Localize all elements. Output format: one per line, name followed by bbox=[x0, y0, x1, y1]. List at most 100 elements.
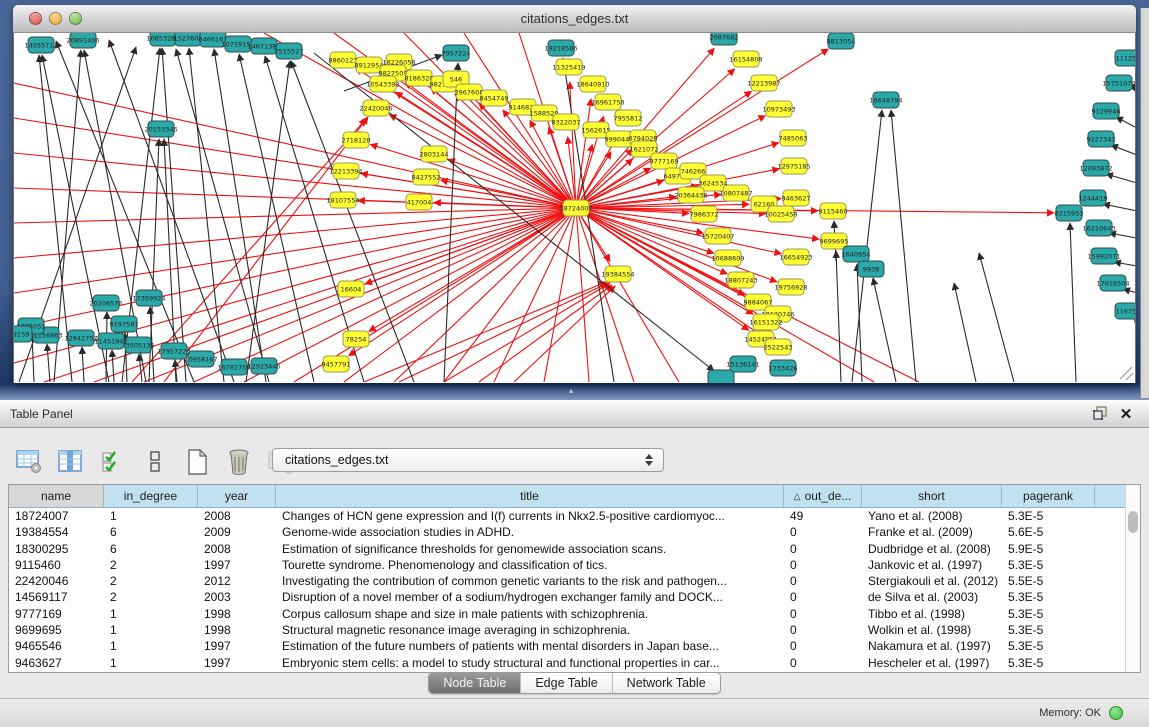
graph-node[interactable]: 19384554 bbox=[601, 266, 634, 282]
graph-node[interactable]: 18640910 bbox=[576, 76, 609, 92]
column-header-title[interactable]: title bbox=[276, 485, 784, 508]
show-columns-icon[interactable] bbox=[56, 447, 86, 477]
graph-node[interactable]: 18107554 bbox=[326, 192, 359, 208]
graph-node[interactable]: 2522543 bbox=[764, 339, 793, 355]
graph-node[interactable]: 14055712 bbox=[24, 37, 57, 53]
graph-node[interactable]: 16782759 bbox=[217, 359, 250, 375]
graph-node[interactable]: 11451942 bbox=[94, 333, 127, 349]
canvas-resize-grip[interactable] bbox=[1120, 367, 1133, 380]
graph-node[interactable]: 12213987 bbox=[747, 75, 780, 91]
graph-node[interactable]: 8454749 bbox=[480, 90, 509, 106]
graph-node[interactable]: 2803144 bbox=[420, 146, 449, 162]
table-row[interactable]: 1830029562008Estimation of significance … bbox=[9, 541, 1140, 557]
graph-node[interactable]: 78254 bbox=[343, 331, 369, 347]
graph-node[interactable]: 12093872 bbox=[1079, 160, 1112, 176]
graph-node[interactable]: 1244419 bbox=[1079, 190, 1108, 206]
graph-node[interactable]: 10688609 bbox=[711, 250, 744, 266]
graph-node[interactable]: 15136141 bbox=[726, 356, 759, 372]
graph-node[interactable]: 10543392 bbox=[366, 76, 399, 92]
graph-node[interactable]: 1733426 bbox=[769, 360, 798, 376]
graph-node[interactable]: 7485063 bbox=[779, 130, 808, 146]
table-selector-dropdown[interactable]: citations_edges.txt bbox=[272, 448, 664, 472]
graph-node[interactable]: 16154808 bbox=[729, 51, 762, 67]
row-height-icon[interactable] bbox=[140, 447, 170, 477]
graph-node[interactable]: 7515527 bbox=[275, 43, 304, 59]
scrollbar-thumb[interactable] bbox=[1128, 511, 1138, 533]
graph-node[interactable]: 12213394 bbox=[329, 163, 362, 179]
tab-network-table[interactable]: Network Table bbox=[612, 673, 720, 693]
table-row[interactable]: 2242004622012Investigating the contribut… bbox=[9, 573, 1140, 589]
graph-node[interactable]: 20206576 bbox=[89, 295, 122, 311]
graph-node[interactable]: 8860123 bbox=[329, 52, 358, 68]
column-header-short[interactable]: short bbox=[862, 485, 1002, 508]
graph-node[interactable]: 20153346 bbox=[144, 121, 177, 137]
graph-node[interactable]: 9227343 bbox=[1087, 131, 1116, 147]
graph-node[interactable]: 2718120 bbox=[342, 132, 371, 148]
table-row[interactable]: 977716911998Corpus callosum shape and si… bbox=[9, 606, 1140, 622]
table-row[interactable]: 946554611997Estimation of the future num… bbox=[9, 638, 1140, 654]
graph-node[interactable]: 18807243 bbox=[724, 272, 757, 288]
graph-node[interactable]: 10973493 bbox=[762, 101, 795, 117]
graph-node[interactable]: 16961758 bbox=[591, 94, 624, 110]
graph-node[interactable]: 1640954 bbox=[842, 246, 871, 262]
graph-node[interactable]: 15992071 bbox=[1087, 248, 1120, 264]
graph-node[interactable]: 19218586 bbox=[544, 40, 577, 56]
graph-node[interactable]: 9457791 bbox=[322, 356, 351, 372]
float-panel-icon[interactable] bbox=[1091, 405, 1109, 423]
tab-node-table[interactable]: Node Table bbox=[429, 673, 520, 693]
graph-node[interactable]: 8322037 bbox=[552, 114, 581, 130]
network-graph[interactable]: 1872400711325419186409101696175879558121… bbox=[14, 33, 1136, 383]
graph-node[interactable]: 7957224 bbox=[442, 45, 471, 61]
graph-node[interactable]: 8427552 bbox=[412, 169, 441, 185]
create-table-icon[interactable] bbox=[182, 447, 212, 477]
column-header-name[interactable]: name bbox=[9, 485, 104, 508]
graph-node[interactable]: 111254 bbox=[1115, 50, 1136, 66]
graph-node[interactable]: 417004 bbox=[406, 194, 432, 210]
graph-node[interactable]: 19756928 bbox=[774, 279, 807, 295]
graph-node[interactable]: 2087682 bbox=[710, 33, 739, 45]
graph-node[interactable]: 116753 bbox=[1115, 303, 1136, 319]
graph-node[interactable]: 16654923 bbox=[779, 249, 812, 265]
graph-node[interactable]: 16210643 bbox=[1082, 220, 1115, 236]
table-settings-icon[interactable] bbox=[14, 447, 44, 477]
panel-divider-handle[interactable]: ▴ bbox=[569, 387, 578, 394]
column-header-pagerank[interactable]: pagerank bbox=[1002, 485, 1095, 508]
graph-node[interactable]: 17359924 bbox=[132, 290, 165, 306]
column-header-out_degree[interactable]: △out_de... bbox=[784, 485, 862, 508]
graph-node[interactable]: 11325419 bbox=[552, 59, 585, 75]
graph-node[interactable]: 20364436 bbox=[674, 187, 707, 203]
graph-node[interactable]: 20891406 bbox=[66, 33, 99, 48]
graph-node[interactable]: 9197587 bbox=[110, 316, 139, 332]
graph-node[interactable]: 10025458 bbox=[764, 206, 797, 222]
table-row[interactable]: 911546021997Tourette syndrome. Phenomeno… bbox=[9, 557, 1140, 573]
graph-node[interactable]: 10807487 bbox=[719, 185, 752, 201]
table-row[interactable]: 1938455462009Genome-wide association stu… bbox=[9, 524, 1140, 540]
graph-node[interactable]: 7955812 bbox=[614, 110, 643, 126]
graph-node[interactable]: 15720407 bbox=[701, 228, 734, 244]
graph-node[interactable]: 9463627 bbox=[782, 190, 811, 206]
graph-node[interactable]: 12975185 bbox=[777, 158, 810, 174]
graph-node[interactable]: 17016504 bbox=[1096, 275, 1129, 291]
column-header-in_degree[interactable]: in_degree bbox=[104, 485, 198, 508]
graph-node[interactable]: 17957223 bbox=[157, 343, 190, 359]
graph-node[interactable]: 16604 bbox=[338, 281, 364, 297]
table-row[interactable]: 969969511998Structural magnetic resonanc… bbox=[9, 622, 1140, 638]
graph-node[interactable]: 15751074 bbox=[1102, 75, 1135, 91]
graph-node[interactable]: 8813054 bbox=[827, 33, 856, 49]
network-canvas[interactable]: 1872400711325419186409101696175879558121… bbox=[13, 33, 1136, 383]
graph-node[interactable]: 8215953 bbox=[1055, 205, 1084, 221]
delete-icon[interactable] bbox=[224, 447, 254, 477]
select-rows-icon[interactable] bbox=[98, 447, 128, 477]
column-header-year[interactable]: year bbox=[198, 485, 276, 508]
table-vertical-scrollbar[interactable] bbox=[1125, 485, 1140, 672]
graph-node[interactable]: 9129946 bbox=[1092, 103, 1121, 119]
graph-node[interactable]: 12942757 bbox=[64, 330, 97, 346]
close-panel-icon[interactable]: ✕ bbox=[1117, 405, 1135, 423]
table-row[interactable]: 1872400712008Changes of HCN gene express… bbox=[9, 508, 1140, 524]
graph-node[interactable]: 12923446 bbox=[247, 358, 280, 374]
graph-node[interactable] bbox=[708, 370, 734, 383]
table-row[interactable]: 1456911722003Disruption of a novel membe… bbox=[9, 589, 1140, 605]
tab-edge-table[interactable]: Edge Table bbox=[520, 673, 611, 693]
graph-node[interactable]: 9777169 bbox=[650, 153, 679, 169]
graph-node[interactable]: 39159 bbox=[14, 326, 32, 342]
